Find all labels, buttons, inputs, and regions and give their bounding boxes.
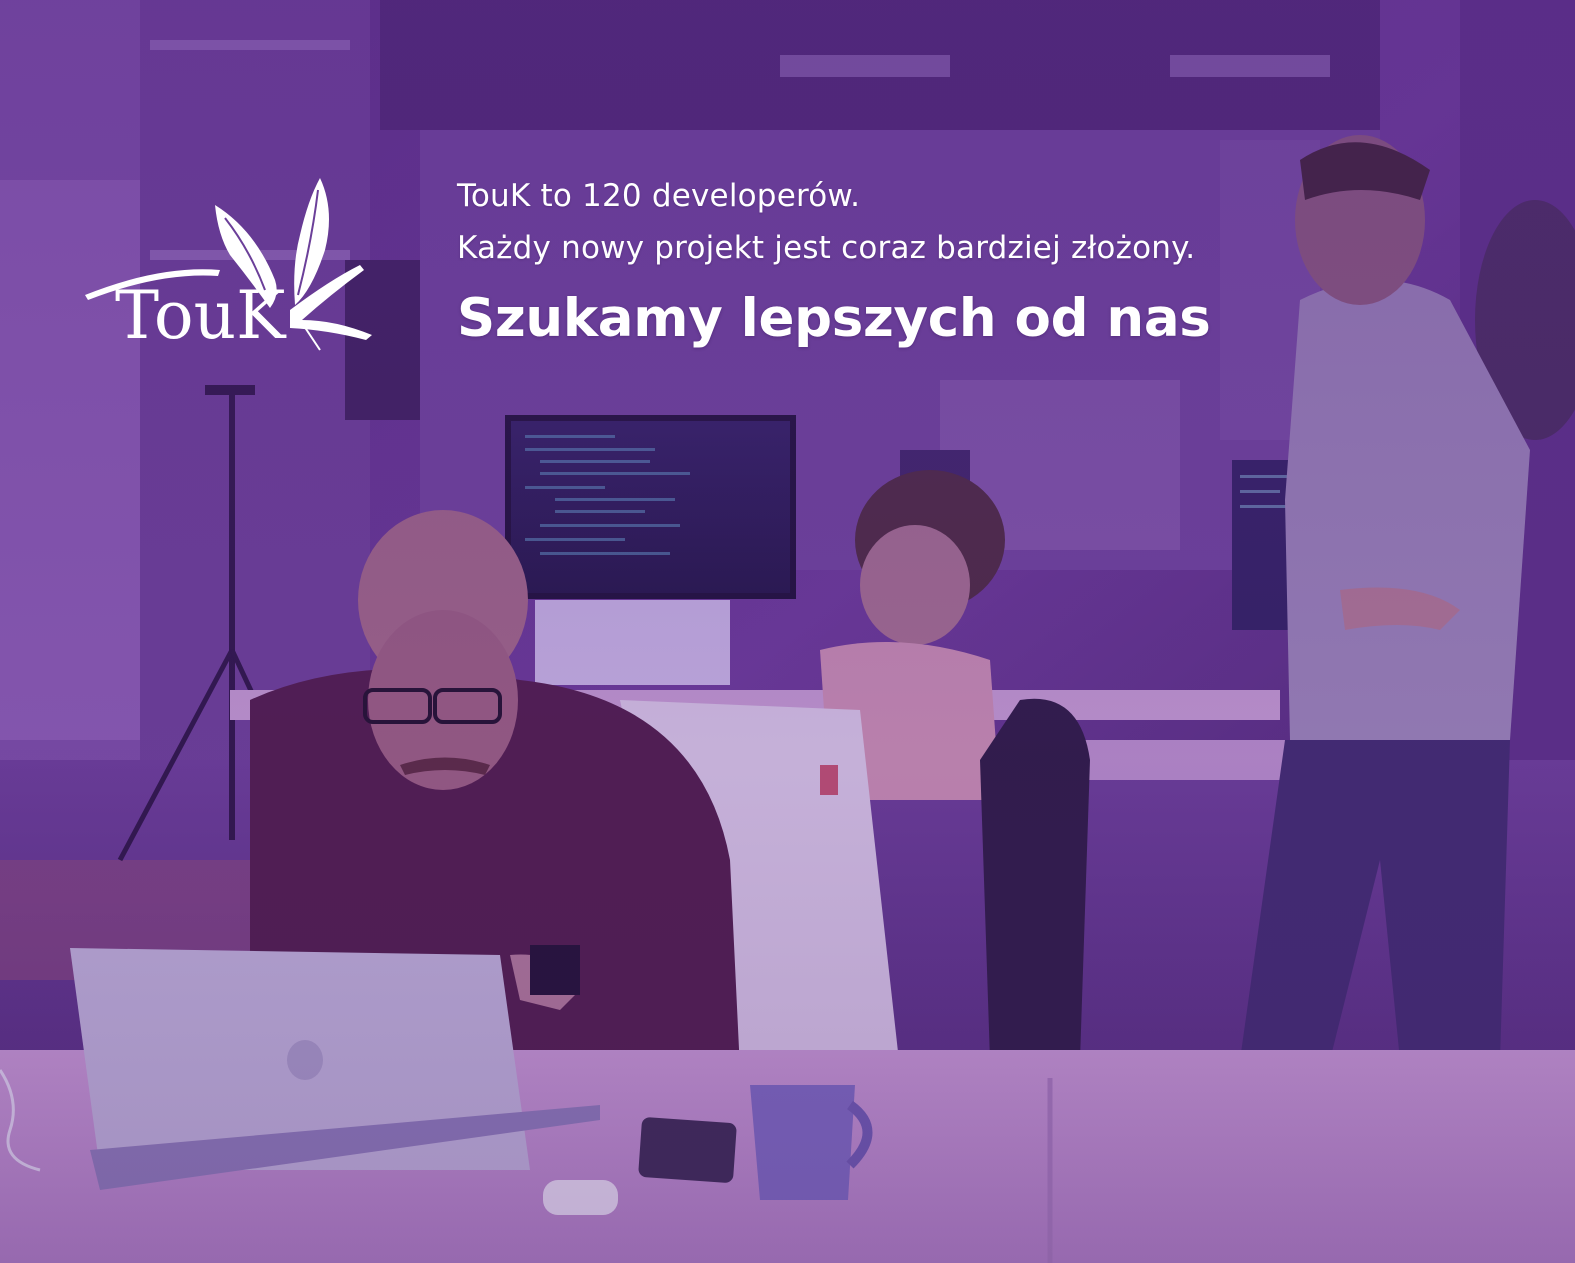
recruitment-banner: TouK TouK to 120 developerów. Każdy nowy… [0,0,1575,1263]
logo-text: TouK [115,277,287,354]
headline-block: TouK to 120 developerów. Każdy nowy proj… [457,170,1457,354]
intro-line-2: Każdy nowy projekt jest coraz bardziej z… [457,230,1196,266]
intro-line-1: TouK to 120 developerów. [457,178,861,214]
main-headline: Szukamy lepszych od nas [457,288,1211,349]
touk-logo: TouK [85,178,372,354]
